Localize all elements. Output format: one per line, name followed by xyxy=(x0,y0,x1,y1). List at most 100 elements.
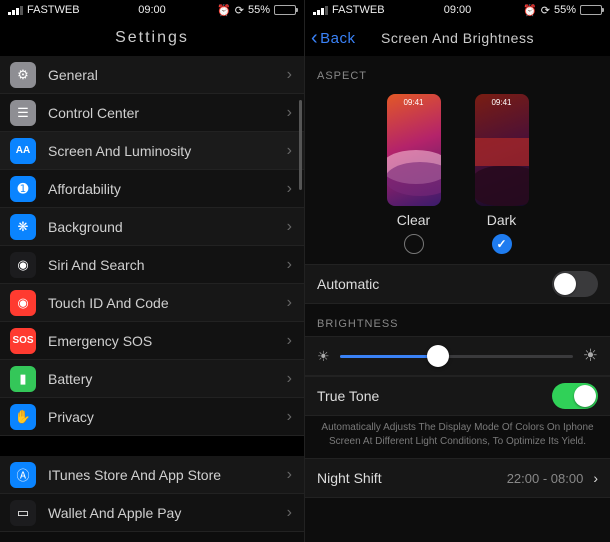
row-label: Emergency SOS xyxy=(48,333,287,349)
clock: 09:00 xyxy=(444,4,472,16)
status-bar: FASTWEB 09:00 ⏰ ⟳ 55% xyxy=(0,0,304,20)
brightness-slider[interactable] xyxy=(340,355,573,358)
battery-pct: 55% xyxy=(248,4,270,16)
settings-row-batt[interactable]: ▮ Battery› xyxy=(0,360,304,398)
row-label: Affordability xyxy=(48,181,287,197)
row-label: General xyxy=(48,67,287,83)
truetone-row: True Tone xyxy=(305,376,610,416)
astore-icon: Ⓐ xyxy=(10,462,36,488)
nightshift-row[interactable]: Night Shift 22:00 - 08:00 › xyxy=(305,458,610,498)
chevron-left-icon: ‹ xyxy=(311,28,318,48)
back-label: Back xyxy=(320,30,355,47)
row-label: Screen And Luminosity xyxy=(48,143,287,159)
appearance-picker: 09:41 Clear 09:41 Dark xyxy=(305,88,610,264)
aspect-header: ASPECT xyxy=(305,56,610,88)
appearance-option-light[interactable]: 09:41 Clear xyxy=(387,94,441,254)
wallet-icon: ▭ xyxy=(10,500,36,526)
carrier-label: FASTWEB xyxy=(27,4,80,16)
row-label: Background xyxy=(48,219,287,235)
light-preview: 09:41 xyxy=(387,94,441,206)
atom-icon: ❋ xyxy=(10,214,36,240)
nightshift-label: Night Shift xyxy=(317,470,382,486)
row-label: Privacy xyxy=(48,409,287,425)
brightness-header: BRIGHTNESS xyxy=(305,304,610,336)
alarm-icon: ⏰ xyxy=(523,4,537,17)
carrier-label: FASTWEB xyxy=(332,4,385,16)
row-label: Touch ID And Code xyxy=(48,295,287,311)
light-label: Clear xyxy=(397,212,430,228)
rotation-lock-icon: ⟳ xyxy=(541,4,550,17)
settings-row-cc[interactable]: ☰ Control Center› xyxy=(0,94,304,132)
chevron-right-icon: › xyxy=(287,218,292,236)
settings-row-wallet[interactable]: ▭ Wallet And Apple Pay› xyxy=(0,494,304,532)
chevron-right-icon: › xyxy=(287,256,292,274)
page-title: Screen And Brightness xyxy=(381,30,534,46)
row-label: Siri And Search xyxy=(48,257,287,273)
settings-row-SOS[interactable]: SOSEmergency SOS› xyxy=(0,322,304,360)
row-label: ITunes Store And App Store xyxy=(48,467,287,483)
signal-bars-icon xyxy=(8,6,23,15)
chevron-right-icon: › xyxy=(287,408,292,426)
sun-low-icon: ☀︎ xyxy=(317,348,330,365)
brightness-pane: FASTWEB 09:00 ⏰ ⟳ 55% ‹ Back Screen And … xyxy=(305,0,610,542)
automatic-row: Automatic xyxy=(305,264,610,304)
settings-row-astore[interactable]: Ⓐ ITunes Store And App Store› xyxy=(0,456,304,494)
back-button[interactable]: ‹ Back xyxy=(311,28,356,48)
scrollbar[interactable] xyxy=(299,100,302,190)
siri-icon: ◉ xyxy=(10,252,36,278)
settings-row-gear[interactable]: ⚙︎ General› xyxy=(0,56,304,94)
batt-icon: ▮ xyxy=(10,366,36,392)
chevron-right-icon: › xyxy=(593,470,598,486)
settings-row-atom[interactable]: ❋ Background› xyxy=(0,208,304,246)
SOS-icon: SOS xyxy=(10,328,36,354)
automatic-label: Automatic xyxy=(317,276,379,292)
battery-pct: 55% xyxy=(554,4,576,16)
battery-icon xyxy=(274,5,296,15)
hand-icon: ✋ xyxy=(10,404,36,430)
dark-preview: 09:41 xyxy=(475,94,529,206)
chevron-right-icon: › xyxy=(287,142,292,160)
access-icon: ➊ xyxy=(10,176,36,202)
nav-header: Settings xyxy=(0,20,304,56)
page-title: Settings xyxy=(115,29,189,47)
truetone-label: True Tone xyxy=(317,388,379,404)
chevron-right-icon: › xyxy=(287,66,292,84)
settings-pane: FASTWEB 09:00 ⏰ ⟳ 55% Settings ⚙︎ General… xyxy=(0,0,305,542)
settings-row-access[interactable]: ➊ Affordability› xyxy=(0,170,304,208)
appearance-option-dark[interactable]: 09:41 Dark xyxy=(475,94,529,254)
chevron-right-icon: › xyxy=(287,104,292,122)
row-label: Wallet And Apple Pay xyxy=(48,505,287,521)
chevron-right-icon: › xyxy=(287,370,292,388)
nav-header: ‹ Back Screen And Brightness xyxy=(305,20,610,56)
signal-bars-icon xyxy=(313,6,328,15)
dark-radio[interactable] xyxy=(492,234,512,254)
row-label: Battery xyxy=(48,371,287,387)
touch-icon: ◉ xyxy=(10,290,36,316)
chevron-right-icon: › xyxy=(287,294,292,312)
settings-row-AA[interactable]: AA Screen And Luminosity› xyxy=(0,132,304,170)
status-bar: FASTWEB 09:00 ⏰ ⟳ 55% xyxy=(305,0,610,20)
row-label: Control Center xyxy=(48,105,287,121)
sun-high-icon: ☀︎ xyxy=(583,346,598,366)
settings-row-siri[interactable]: ◉ Siri And Search› xyxy=(0,246,304,284)
nightshift-detail: 22:00 - 08:00 xyxy=(507,471,584,486)
settings-row-touch[interactable]: ◉ Touch ID And Code› xyxy=(0,284,304,322)
settings-list: ⚙︎General›☰Control Center›AAScreen And L… xyxy=(0,56,304,436)
chevron-right-icon: › xyxy=(287,180,292,198)
light-radio[interactable] xyxy=(404,234,424,254)
rotation-lock-icon: ⟳ xyxy=(235,4,244,17)
chevron-right-icon: › xyxy=(287,466,292,484)
automatic-toggle[interactable] xyxy=(552,271,598,297)
settings-row-hand[interactable]: ✋ Privacy› xyxy=(0,398,304,436)
cc-icon: ☰ xyxy=(10,100,36,126)
alarm-icon: ⏰ xyxy=(217,4,231,17)
AA-icon: AA xyxy=(10,138,36,164)
truetone-toggle[interactable] xyxy=(552,383,598,409)
section-gap xyxy=(0,436,304,456)
chevron-right-icon: › xyxy=(287,504,292,522)
battery-icon xyxy=(580,5,602,15)
dark-label: Dark xyxy=(487,212,517,228)
gear-icon: ⚙︎ xyxy=(10,62,36,88)
truetone-footnote: Automatically Adjusts The Display Mode O… xyxy=(305,416,610,458)
brightness-slider-row: ☀︎ ☀︎ xyxy=(305,336,610,376)
